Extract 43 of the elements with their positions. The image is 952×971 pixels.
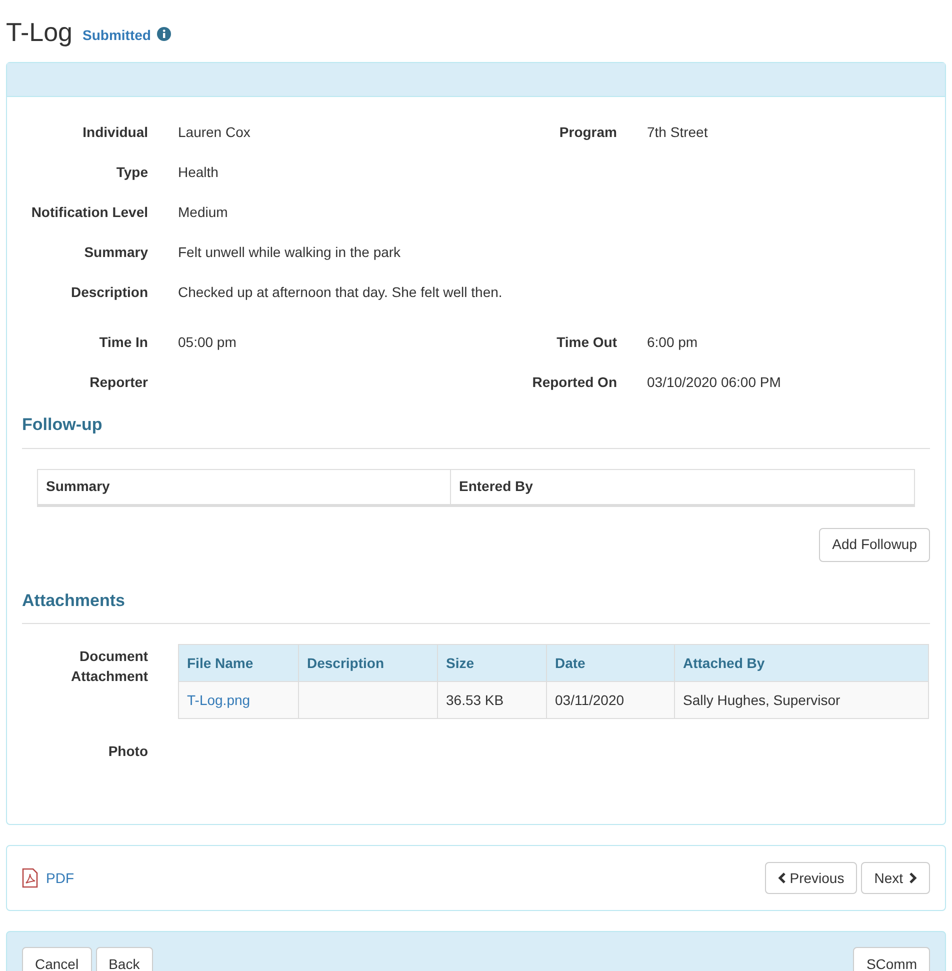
page-title: T-Log [6,16,72,48]
field-label: Photo [107,742,148,761]
field-value: Medium [178,202,229,222]
field-value: 7th Street [647,122,709,142]
field-label: Time Out [556,332,617,352]
chevron-right-icon [909,872,917,884]
previous-button[interactable]: Previous [764,862,858,894]
column-header: Entered By [451,470,914,506]
field-label: Notification Level [30,202,148,222]
field-label: Description [70,282,148,302]
next-button[interactable]: Next [861,862,930,894]
field-value: Felt unwell while walking in the park [178,242,402,262]
table-cell: 36.53 KB [446,692,504,708]
column-header: File Name [178,644,298,682]
table-cell: 03/11/2020 [555,692,624,708]
field-label: Time In [98,332,148,352]
chevron-left-icon [778,872,786,884]
field-value: Lauren Cox [178,122,252,142]
field-value: 03/10/2020 06:00 PM [647,372,782,392]
info-icon [156,27,171,41]
field-label: Reporter [88,372,148,392]
field-label: Document Attachment [70,647,148,686]
action-button[interactable]: Cancel [22,947,92,971]
field-value: 6:00 pm [647,332,699,352]
status-label: Submitted [82,26,151,44]
add-followup-button[interactable]: Add Followup [819,528,930,562]
table-cell: Sally Hughes, Supervisor [683,692,840,708]
pdf-file-icon [22,868,38,888]
field-label: Program [558,122,617,142]
section-heading: Attachments [22,588,930,624]
field-label: Reported On [531,372,617,392]
field-value: Checked up at afternoon that day. She felt well then. [178,282,504,302]
pdf-link[interactable]: PDF [22,868,74,888]
section-heading: Follow-up [22,412,930,448]
field-value: Health [178,162,220,182]
action-button[interactable]: Back [96,947,153,971]
field-label: Individual [82,122,148,142]
field-value: 05:00 pm [178,332,238,352]
action-button[interactable]: SComm [853,947,930,971]
column-header: Summary [38,470,451,506]
column-header: Attached By [674,644,928,682]
field-label: Type [115,162,148,182]
field-label: Summary [83,242,148,262]
